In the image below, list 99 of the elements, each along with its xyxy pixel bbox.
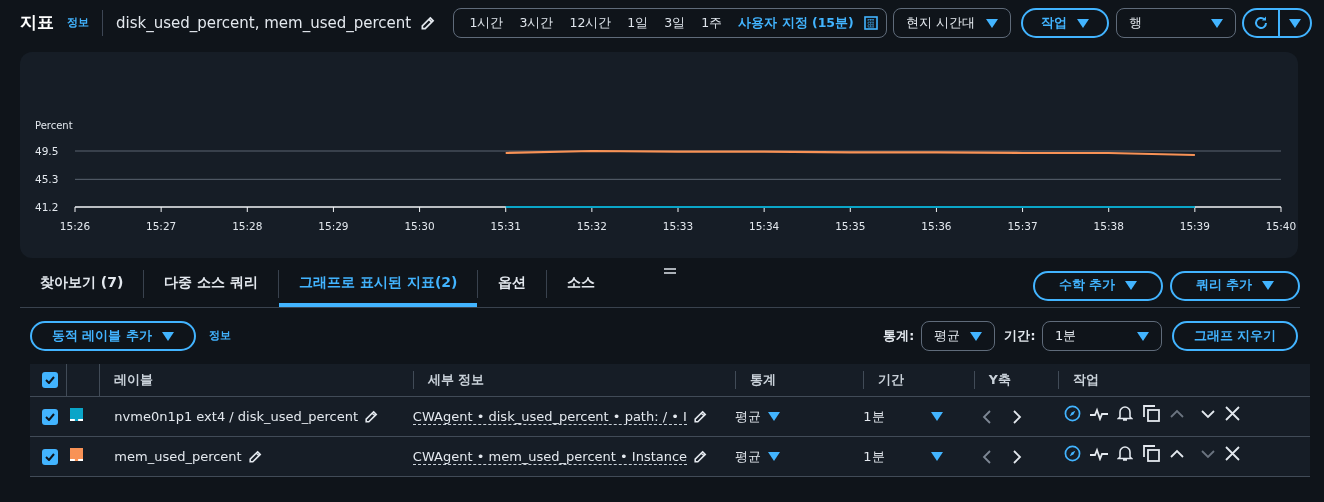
bell-icon[interactable] xyxy=(1117,445,1134,463)
pulse-icon[interactable] xyxy=(1090,446,1108,461)
caret-icon xyxy=(931,452,944,461)
metric-details: CWAgent • disk_used_percent • path: / • I xyxy=(412,408,687,425)
add-dynamic-label-button[interactable]: 동적 레이블 추가 xyxy=(30,321,196,351)
tab[interactable]: 찾아보기 (7) xyxy=(20,261,144,307)
copy-icon[interactable] xyxy=(1142,445,1160,463)
period-select[interactable]: 1분 xyxy=(863,446,944,467)
caret-icon xyxy=(1210,18,1223,28)
caret-icon xyxy=(986,18,999,28)
caret-icon xyxy=(767,412,780,421)
time-range-option[interactable]: 3일 xyxy=(656,9,694,37)
axis-tick-label: 15:40 xyxy=(1265,220,1297,232)
axis-tick-label: 15:28 xyxy=(232,220,263,232)
axis-tick-label: 15:33 xyxy=(662,220,694,232)
axis-tick-label: 15:38 xyxy=(1093,220,1124,232)
check-icon xyxy=(45,452,55,461)
info-link[interactable]: 정보 xyxy=(67,14,89,32)
time-range-option[interactable]: 사용자 지정 (15분) xyxy=(730,9,862,37)
edit-icon[interactable] xyxy=(364,410,379,425)
time-range-option[interactable]: 1주 xyxy=(693,9,731,37)
caret-icon xyxy=(931,412,944,421)
time-range-option[interactable]: 1시간 xyxy=(461,9,512,37)
tab[interactable]: 옵션 xyxy=(478,261,547,307)
compass-icon[interactable] xyxy=(1063,405,1081,423)
checkbox[interactable] xyxy=(42,371,58,388)
axis-title: Percent xyxy=(35,120,73,131)
caret-icon xyxy=(1077,18,1089,28)
refresh-icon xyxy=(1253,15,1269,31)
axis-tick-label: 15:29 xyxy=(318,220,349,232)
axis-tick-label: 41.2 xyxy=(35,201,59,213)
column-header: 레이블 xyxy=(114,370,154,389)
actions-button[interactable]: 작업 xyxy=(1021,8,1109,38)
caret-icon xyxy=(767,452,780,461)
pulse-icon[interactable] xyxy=(1090,406,1108,421)
edit-icon[interactable] xyxy=(420,15,436,31)
column-header: Y축 xyxy=(973,370,1030,390)
graph-title: disk_used_percent, mem_used_percent xyxy=(116,12,412,34)
time-range-option[interactable]: 12시간 xyxy=(561,9,620,37)
tab[interactable]: 그래프로 표시된 지표(2) xyxy=(279,261,478,307)
info-link[interactable]: 정보 xyxy=(208,327,231,345)
caret-icon xyxy=(1289,18,1301,28)
edit-icon[interactable] xyxy=(693,450,708,465)
checkbox[interactable] xyxy=(42,408,58,425)
bell-icon[interactable] xyxy=(1117,405,1134,423)
caret-icon xyxy=(1136,331,1149,341)
axis-tick-label: 15:30 xyxy=(404,220,435,232)
tab[interactable]: 소스 xyxy=(547,261,616,307)
axis-tick-label: 15:27 xyxy=(146,220,177,232)
axis-tick-label: 15:26 xyxy=(59,220,91,232)
caret-icon xyxy=(969,331,982,341)
check-icon xyxy=(45,375,55,384)
tab[interactable]: 다중 소스 쿼리 xyxy=(144,261,279,307)
column-header: 기간 xyxy=(863,370,946,390)
resize-handle-icon[interactable] xyxy=(664,268,676,274)
page-title: 지표 xyxy=(20,11,54,35)
column-header: 세부 정보 xyxy=(412,370,708,390)
clear-graph-button[interactable]: 그래프 지우기 xyxy=(1171,321,1298,351)
period-label: 기간: xyxy=(1004,326,1036,345)
statistic-select[interactable]: 평균 xyxy=(735,446,780,467)
time-range-option[interactable]: 3시간 xyxy=(511,9,562,37)
edit-icon[interactable] xyxy=(247,450,262,465)
edit-icon[interactable] xyxy=(692,410,707,425)
check-icon xyxy=(45,412,55,421)
axis-tick-label: 45.3 xyxy=(35,173,59,186)
calendar-icon[interactable] xyxy=(863,16,878,30)
metric-details: CWAgent • mem_used_percent • Instance xyxy=(412,448,688,465)
column-header: 통계 xyxy=(735,370,836,390)
caret-icon xyxy=(161,331,174,341)
checkbox[interactable] xyxy=(42,448,58,465)
axis-tick-label: 15:34 xyxy=(749,220,780,232)
metric-label: nvme0n1p1 ext4 / disk_used_percent xyxy=(114,408,359,424)
caret-icon xyxy=(1262,281,1274,290)
view-select[interactable]: 행 xyxy=(1115,8,1236,38)
copy-icon[interactable] xyxy=(1142,405,1160,423)
timezone-select[interactable]: 현지 시간대 xyxy=(893,8,1012,38)
close-icon[interactable] xyxy=(1225,406,1241,422)
statistic-select[interactable]: 평균 xyxy=(735,406,780,427)
axis-tick-label: 15:31 xyxy=(490,220,521,232)
axis-tick-label: 15:32 xyxy=(576,220,607,232)
statistic-label: 통계: xyxy=(883,326,915,345)
metric-label: mem_used_percent xyxy=(114,448,242,464)
axis-tick-label: 15:35 xyxy=(835,220,866,232)
period-select[interactable]: 1분 xyxy=(863,406,944,427)
add-button[interactable]: 쿼리 추가 xyxy=(1169,270,1300,301)
axis-tick-label: 15:36 xyxy=(921,220,952,232)
time-range-option[interactable]: 1일 xyxy=(619,9,657,37)
axis-tick-label: 49.5 xyxy=(35,145,59,157)
color-swatch[interactable] xyxy=(70,447,83,461)
close-icon[interactable] xyxy=(1225,446,1241,462)
period-select[interactable]: 1분 xyxy=(1041,321,1162,351)
statistic-select[interactable]: 평균 xyxy=(920,321,995,351)
axis-tick-label: 15:39 xyxy=(1179,220,1210,232)
color-swatch[interactable] xyxy=(70,407,83,421)
add-button[interactable]: 수학 추가 xyxy=(1032,270,1164,301)
caret-icon xyxy=(1125,281,1138,290)
compass-icon[interactable] xyxy=(1063,445,1081,463)
column-header: 작업 xyxy=(1057,370,1296,390)
axis-tick-label: 15:37 xyxy=(1007,220,1038,232)
